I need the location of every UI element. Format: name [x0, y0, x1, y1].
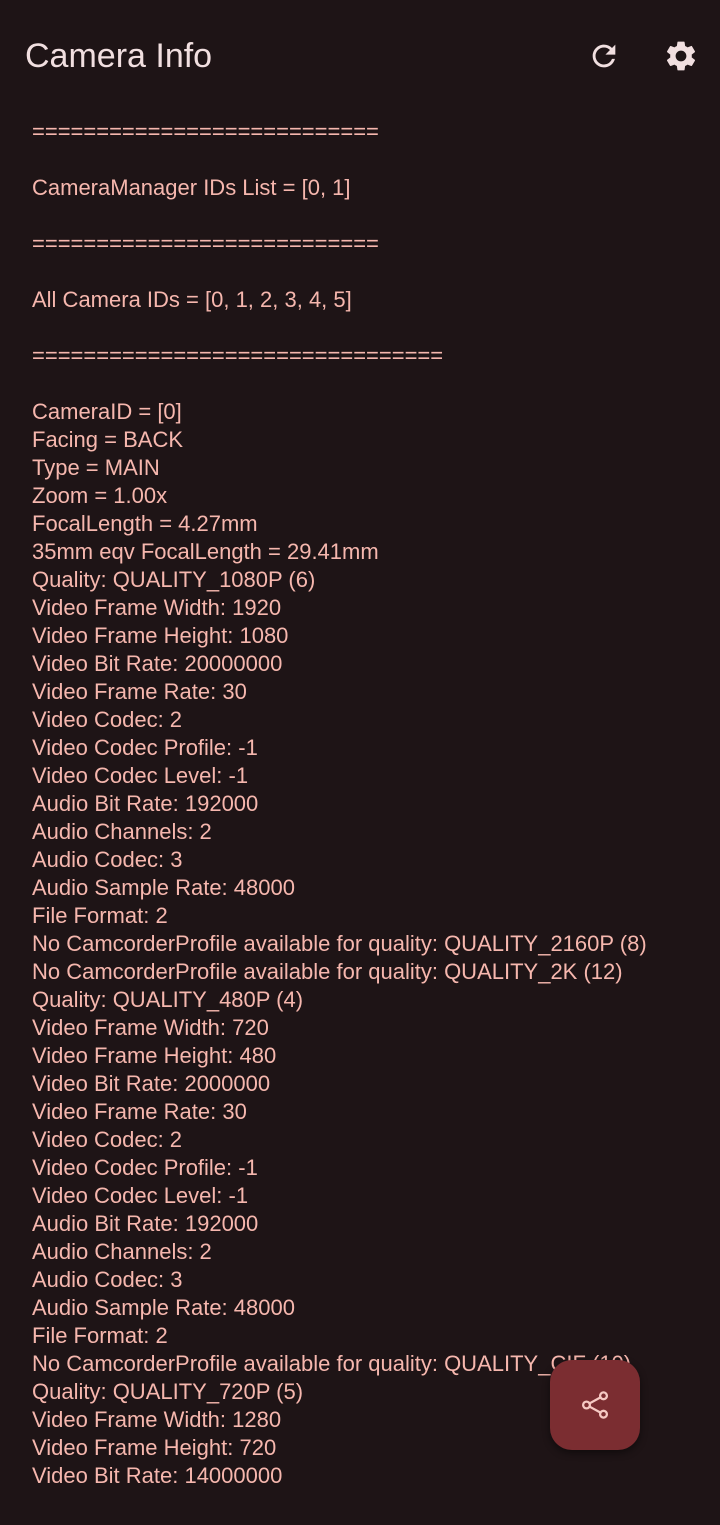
info-line: File Format: 2: [32, 1323, 168, 1348]
info-line: Audio Bit Rate: 192000: [32, 1211, 259, 1236]
info-line: Audio Bit Rate: 192000: [32, 791, 259, 816]
info-line: CameraManager IDs List = [0, 1]: [32, 175, 351, 200]
share-button[interactable]: [550, 1360, 640, 1450]
info-line: Zoom = 1.00x: [32, 483, 168, 508]
info-line: Quality: QUALITY_480P (4): [32, 987, 304, 1012]
info-line: Video Frame Rate: 30: [32, 1099, 247, 1124]
info-line: Video Bit Rate: 14000000: [32, 1463, 283, 1488]
info-line: No CamcorderProfile available for qualit…: [32, 931, 647, 956]
info-line: All Camera IDs = [0, 1, 2, 3, 4, 5]: [32, 287, 352, 312]
info-line: Video Codec Level: -1: [32, 763, 249, 788]
info-line: Audio Channels: 2: [32, 819, 212, 844]
info-line: [32, 370, 682, 398]
info-line: Audio Sample Rate: 48000: [32, 1295, 295, 1320]
info-line: FocalLength = 4.27mm: [32, 511, 258, 536]
info-line: Video Frame Height: 480: [32, 1043, 277, 1068]
info-line: Video Bit Rate: 2000000: [32, 1071, 271, 1096]
info-line: [32, 146, 682, 174]
info-line: [32, 314, 682, 342]
info-line: Audio Codec: 3: [32, 847, 183, 872]
info-line: Facing = BACK: [32, 427, 184, 452]
info-line: CameraID = [0]: [32, 399, 182, 424]
info-line: Audio Codec: 3: [32, 1267, 183, 1292]
info-line: Audio Sample Rate: 48000: [32, 875, 295, 900]
info-line: [32, 258, 682, 286]
info-line: Video Codec Profile: -1: [32, 735, 258, 760]
info-line: Video Frame Width: 1920: [32, 595, 282, 620]
info-line: No CamcorderProfile available for qualit…: [32, 959, 623, 984]
info-line: Quality: QUALITY_1080P (6): [32, 567, 316, 592]
info-line: Video Codec Profile: -1: [32, 1155, 258, 1180]
camera-info-text: =========================== CameraManager…: [32, 118, 682, 1490]
info-line: Video Codec Level: -1: [32, 1183, 249, 1208]
settings-button[interactable]: [657, 32, 705, 80]
info-line: Video Frame Rate: 30: [32, 679, 247, 704]
info-line: Video Codec: 2: [32, 1127, 183, 1152]
info-line: Video Bit Rate: 20000000: [32, 651, 283, 676]
info-line: Video Frame Width: 720: [32, 1015, 269, 1040]
app-bar: Camera Info: [0, 0, 720, 112]
info-line: ===========================: [32, 231, 379, 256]
info-line: ================================: [32, 343, 444, 368]
info-line: [32, 202, 682, 230]
info-line: Video Codec: 2: [32, 707, 183, 732]
share-icon: [581, 1391, 609, 1419]
info-line: 35mm eqv FocalLength = 29.41mm: [32, 539, 379, 564]
info-line: ===========================: [32, 119, 379, 144]
info-line: Video Frame Height: 1080: [32, 623, 289, 648]
page-title: Camera Info: [25, 37, 213, 75]
refresh-button[interactable]: [580, 32, 628, 80]
info-line: Audio Channels: 2: [32, 1239, 212, 1264]
refresh-icon: [592, 44, 616, 68]
info-line: File Format: 2: [32, 903, 168, 928]
gear-icon: [666, 41, 696, 71]
info-line: Type = MAIN: [32, 455, 160, 480]
